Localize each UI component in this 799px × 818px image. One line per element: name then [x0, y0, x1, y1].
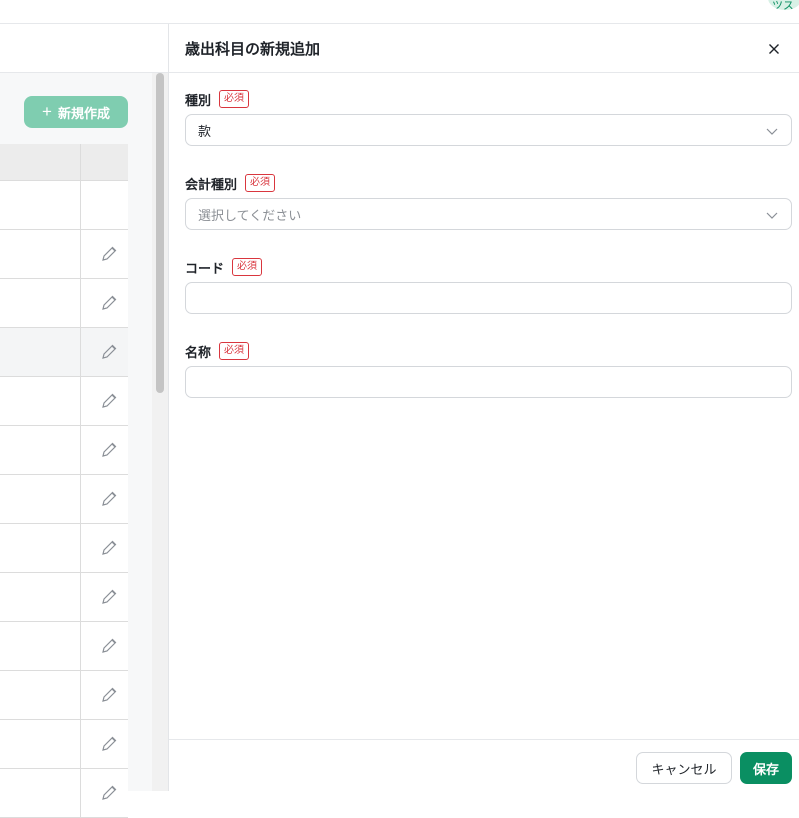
- type-field: 種別 必須 款: [185, 89, 792, 146]
- background-subheader: [0, 24, 168, 73]
- table-row[interactable]: [0, 573, 128, 622]
- pencil-icon[interactable]: [100, 343, 118, 361]
- chevron-down-icon: [766, 128, 778, 135]
- name-input[interactable]: [198, 374, 779, 390]
- pencil-icon[interactable]: [100, 490, 118, 508]
- required-badge: 必須: [219, 90, 250, 108]
- account-type-select[interactable]: 選択してください: [185, 198, 792, 230]
- name-label: 名称: [185, 345, 212, 361]
- user-avatar[interactable]: ツス: [768, 0, 799, 10]
- account-type-label: 会計種別: [185, 177, 238, 193]
- close-icon: [769, 44, 779, 54]
- required-badge: 必須: [245, 174, 276, 192]
- code-input[interactable]: [198, 290, 779, 306]
- drawer-footer: キャンセル 保存: [169, 739, 799, 791]
- pencil-icon[interactable]: [100, 588, 118, 606]
- table-row[interactable]: [0, 622, 128, 671]
- table-row[interactable]: [0, 720, 128, 769]
- cancel-button[interactable]: キャンセル: [636, 752, 732, 784]
- pencil-icon[interactable]: [100, 294, 118, 312]
- table-row[interactable]: [0, 769, 128, 818]
- pencil-icon[interactable]: [100, 735, 118, 753]
- drawer-header: 歳出科目の新規追加: [169, 24, 799, 73]
- code-field: コード 必須: [185, 257, 792, 314]
- drawer-title: 歳出科目の新規追加: [185, 40, 321, 58]
- pencil-icon[interactable]: [100, 784, 118, 802]
- data-table: [0, 144, 128, 818]
- scrollbar-thumb[interactable]: [156, 73, 164, 393]
- background-page: + 新規作成: [0, 24, 168, 818]
- pencil-icon[interactable]: [100, 245, 118, 263]
- required-badge: 必須: [219, 342, 250, 360]
- create-drawer: 歳出科目の新規追加 種別 必須 款 会計種別 必須 選択してください コード 必…: [168, 24, 799, 791]
- plus-icon: +: [42, 101, 52, 121]
- new-create-button[interactable]: + 新規作成: [24, 96, 128, 128]
- name-field: 名称 必須: [185, 341, 792, 398]
- chevron-down-icon: [766, 212, 778, 219]
- table-row[interactable]: [0, 279, 128, 328]
- new-create-label: 新規作成: [57, 105, 110, 121]
- pencil-icon[interactable]: [100, 539, 118, 557]
- save-button[interactable]: 保存: [740, 752, 792, 784]
- type-label: 種別: [185, 93, 212, 109]
- required-badge: 必須: [232, 258, 263, 276]
- pencil-icon[interactable]: [100, 637, 118, 655]
- table-row[interactable]: [0, 328, 128, 377]
- account-type-field: 会計種別 必須 選択してください: [185, 173, 792, 230]
- name-input-box: [185, 366, 792, 398]
- table-row[interactable]: [0, 671, 128, 720]
- code-input-box: [185, 282, 792, 314]
- background-content: + 新規作成: [0, 73, 168, 818]
- top-bar: ツス: [0, 0, 799, 24]
- table-row[interactable]: [0, 524, 128, 573]
- type-select[interactable]: 款: [185, 114, 792, 146]
- account-type-placeholder: 選択してください: [198, 208, 302, 224]
- table-row[interactable]: [0, 475, 128, 524]
- type-select-value: 款: [198, 124, 212, 140]
- table-header: [0, 144, 128, 181]
- table-row[interactable]: [0, 181, 128, 230]
- code-label: コード: [185, 261, 225, 277]
- close-button[interactable]: [763, 38, 785, 60]
- table-row[interactable]: [0, 377, 128, 426]
- pencil-icon[interactable]: [100, 392, 118, 410]
- table-row[interactable]: [0, 230, 128, 279]
- pencil-icon[interactable]: [100, 441, 118, 459]
- table-row[interactable]: [0, 426, 128, 475]
- pencil-icon[interactable]: [100, 686, 118, 704]
